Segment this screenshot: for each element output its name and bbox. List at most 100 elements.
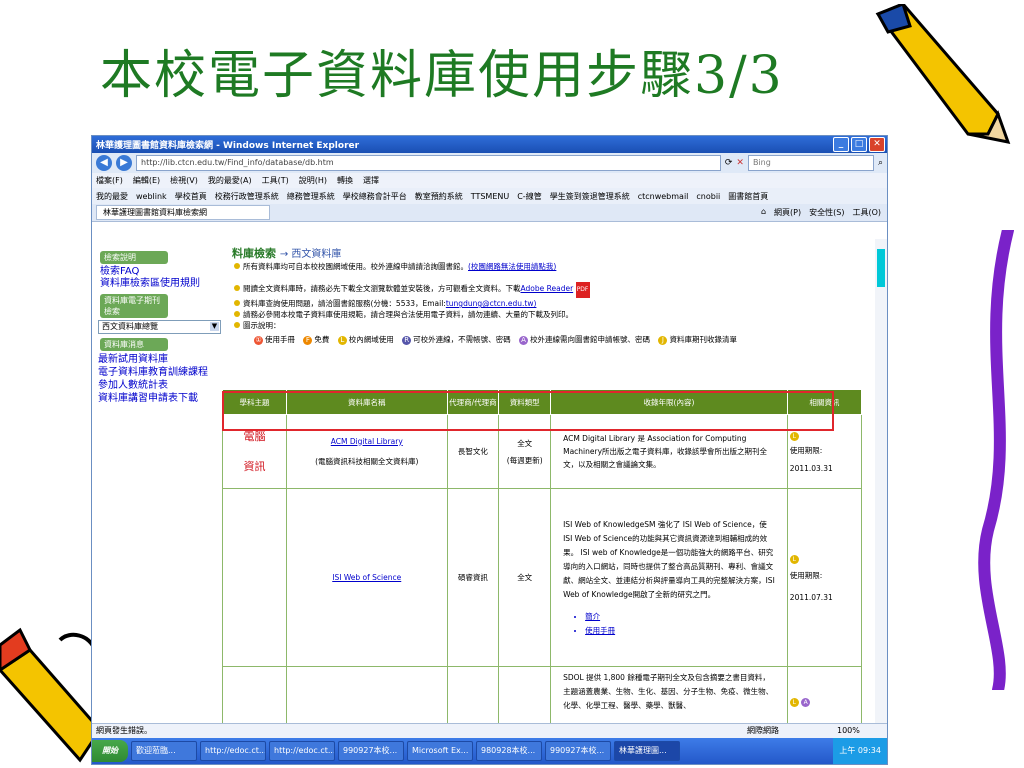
menu-select[interactable]: 選擇 bbox=[363, 175, 379, 186]
campus-icon: L bbox=[789, 697, 799, 707]
status-bar: 網頁發生錯誤。 網際網路 100% bbox=[92, 723, 887, 738]
command-tools[interactable]: 工具(O) bbox=[852, 207, 881, 218]
taskbar-item[interactable]: 990927本校... bbox=[338, 741, 404, 761]
subject-cell bbox=[222, 666, 287, 723]
stop-icon[interactable]: ✕ bbox=[736, 158, 744, 168]
fav-item[interactable]: ctcnwebmail bbox=[638, 192, 689, 201]
favorites-bar: 我的最愛 weblink 學校首頁 校務行政管理系統 總務管理系統 學校總務會計… bbox=[92, 188, 887, 204]
chevron-down-icon[interactable]: ▼ bbox=[210, 322, 219, 331]
fav-item[interactable]: 我的最愛 bbox=[96, 191, 128, 202]
menu-help[interactable]: 說明(H) bbox=[299, 175, 327, 186]
manual-icon: ① bbox=[254, 336, 263, 345]
command-safety[interactable]: 安全性(S) bbox=[809, 207, 844, 218]
intro-link[interactable]: 簡介 bbox=[585, 610, 775, 624]
close-icon[interactable]: ✕ bbox=[869, 137, 885, 152]
manual-link[interactable]: 使用手冊 bbox=[585, 624, 775, 638]
taskbar-item[interactable]: 歡迎蒞臨... bbox=[131, 741, 197, 761]
taskbar-item[interactable]: http://edoc.ct... bbox=[200, 741, 266, 761]
search-input[interactable]: Bing bbox=[747, 155, 874, 171]
fav-item[interactable]: 校務行政管理系統 bbox=[215, 191, 279, 202]
bullet-icon bbox=[234, 263, 240, 269]
maximize-icon[interactable]: □ bbox=[851, 137, 867, 152]
type-cell: 全文 bbox=[498, 488, 552, 667]
bullet-icon bbox=[234, 285, 240, 291]
taskbar: 開始 歡迎蒞臨... http://edoc.ct... http://edoc… bbox=[92, 738, 887, 764]
minimize-icon[interactable]: _ bbox=[833, 137, 849, 152]
subject-cell bbox=[222, 488, 287, 667]
menu-convert[interactable]: 轉換 bbox=[337, 175, 353, 186]
campus-icon: L bbox=[789, 431, 799, 441]
sidebar-link-trial[interactable]: 最新試用資料庫 bbox=[96, 353, 224, 366]
browser-window: 林華護理圖書館資料庫檢索網 - Windows Internet Explore… bbox=[91, 135, 888, 765]
table-row: ISI Web of Science 碩睿資訊 全文 ISI Web of Kn… bbox=[222, 488, 863, 667]
name-cell: ISI Web of Science bbox=[286, 488, 448, 667]
agent-cell bbox=[446, 666, 500, 723]
taskbar-item[interactable]: 980928本校... bbox=[476, 741, 542, 761]
database-select[interactable]: 西文資料庫總覽 ▼ bbox=[98, 320, 221, 334]
menu-tools[interactable]: 工具(T) bbox=[262, 175, 289, 186]
forward-icon[interactable]: ▶ bbox=[116, 155, 132, 171]
main-panel: 料庫檢索 → 西文資料庫 所有資料庫均可自本校校園網域使用。校外連線申請請洽詢圖… bbox=[232, 245, 872, 345]
fav-item[interactable]: TTSMENU bbox=[471, 192, 510, 201]
menu-view[interactable]: 檢視(V) bbox=[170, 175, 198, 186]
refresh-icon[interactable]: ⟳ bbox=[725, 158, 733, 168]
fav-item[interactable]: 總務管理系統 bbox=[287, 191, 335, 202]
sidebar: 檢索說明 檢索FAQ 資料庫檢索區使用規則 資料庫電子期刊檢索 西文資料庫總覽 … bbox=[96, 247, 224, 405]
email-link[interactable]: tungdung@ctcn.edu.tw) bbox=[446, 299, 537, 308]
sidebar-link-stats[interactable]: 參加人數統計表 bbox=[96, 379, 224, 392]
page-content: 檢索說明 檢索FAQ 資料庫檢索區使用規則 資料庫電子期刊檢索 西文資料庫總覽 … bbox=[92, 239, 875, 723]
content-cell: SDOL 提供 1,800 餘種電子期刊全文及包含摘要之書目資料，主題涵蓋農業、… bbox=[550, 666, 788, 723]
note-line: 請務必參閱本校電子資料庫使用規範，請合理與合法使用電子資料，請勿連續、大量的下載… bbox=[234, 309, 872, 320]
adobe-link[interactable]: Adobe Reader bbox=[521, 284, 574, 293]
vertical-scrollbar[interactable] bbox=[875, 239, 887, 723]
fav-item[interactable]: 圖書館首頁 bbox=[728, 191, 768, 202]
sidebar-heading: 資料庫電子期刊檢索 bbox=[100, 294, 168, 318]
url-input[interactable]: http://lib.ctcn.edu.tw/Find_info/databas… bbox=[136, 155, 721, 171]
campus-link[interactable]: (校園網路無法使用請點我) bbox=[468, 262, 556, 271]
command-page[interactable]: 網頁(P) bbox=[774, 207, 801, 218]
scrollbar-thumb[interactable] bbox=[877, 249, 885, 287]
taskbar-item-active[interactable]: 林華護理圖... bbox=[614, 741, 680, 761]
taskbar-item[interactable]: Microsoft Ex... bbox=[407, 741, 473, 761]
database-link[interactable]: ACM Digital Library bbox=[289, 437, 445, 446]
database-select-value: 西文資料庫總覽 bbox=[102, 322, 158, 331]
fav-item[interactable]: C-線管 bbox=[517, 191, 541, 202]
highlight-box bbox=[222, 391, 834, 431]
home-icon[interactable]: ⌂ bbox=[761, 207, 766, 218]
sidebar-link-rules[interactable]: 資料庫檢索區使用規則 bbox=[96, 278, 224, 290]
curve-decoration-right bbox=[978, 230, 1014, 690]
fav-item[interactable]: 學校首頁 bbox=[175, 191, 207, 202]
bullet-icon bbox=[234, 322, 240, 328]
menu-file[interactable]: 檔案(F) bbox=[96, 175, 123, 186]
start-button[interactable]: 開始 bbox=[92, 740, 128, 762]
system-clock: 上午 09:34 bbox=[833, 738, 887, 764]
breadcrumb-sub: → 西文資料庫 bbox=[279, 249, 342, 260]
search-icon[interactable]: ⌕ bbox=[878, 158, 883, 168]
taskbar-item[interactable]: 990927本校... bbox=[545, 741, 611, 761]
list-icon: J bbox=[658, 336, 668, 345]
sidebar-link-training[interactable]: 電子資料庫教育訓練課程 bbox=[96, 366, 224, 379]
sidebar-link-apply[interactable]: 資料庫講習申請表下載 bbox=[96, 392, 224, 405]
note-line: 圖示說明： bbox=[234, 320, 872, 331]
sidebar-heading: 資料庫消息 bbox=[100, 338, 168, 351]
back-icon[interactable]: ◀ bbox=[96, 155, 112, 171]
pencil-bottom-left-icon bbox=[0, 627, 100, 763]
breadcrumb: 料庫檢索 → 西文資料庫 bbox=[232, 245, 872, 261]
database-link[interactable]: ISI Web of Science bbox=[289, 573, 445, 582]
sidebar-link-faq[interactable]: 檢索FAQ bbox=[96, 266, 224, 278]
fav-item[interactable]: 教室預約系統 bbox=[415, 191, 463, 202]
fav-item[interactable]: cnobii bbox=[696, 192, 720, 201]
note-line: 閱讀全文資料庫時，請務必先下載全文瀏覽軟體並安裝後，方可觀看全文資料。下載Ado… bbox=[234, 282, 872, 298]
menu-favorites[interactable]: 我的最愛(A) bbox=[208, 175, 252, 186]
zoom-level[interactable]: 100% bbox=[837, 724, 887, 738]
tab-active[interactable]: 林華護理圖書館資料庫檢索網 bbox=[96, 205, 270, 220]
menu-edit[interactable]: 編輯(E) bbox=[133, 175, 160, 186]
note-line: 所有資料庫均可自本校校園網域使用。校外連線申請請洽詢圖書館。(校園網路無法使用請… bbox=[234, 261, 872, 272]
window-titlebar: 林華護理圖書館資料庫檢索網 - Windows Internet Explore… bbox=[92, 136, 887, 153]
fav-item[interactable]: 學校總務會計平台 bbox=[343, 191, 407, 202]
type-cell bbox=[498, 666, 552, 723]
fav-item[interactable]: 學生簽到簽退管理系統 bbox=[550, 191, 630, 202]
fav-item[interactable]: weblink bbox=[136, 192, 167, 201]
taskbar-item[interactable]: http://edoc.ct... bbox=[269, 741, 335, 761]
pdf-icon[interactable]: PDF bbox=[575, 282, 590, 298]
